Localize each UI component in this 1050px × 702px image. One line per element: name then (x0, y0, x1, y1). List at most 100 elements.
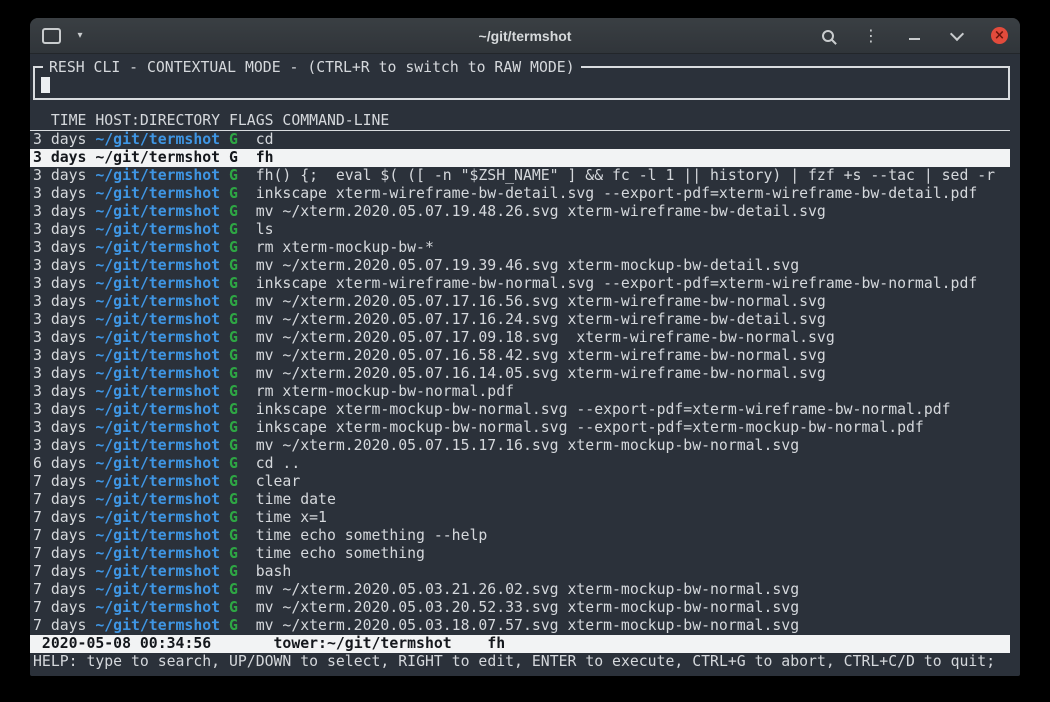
row-command: bash (256, 563, 292, 581)
history-row[interactable]: 3 days~/git/termshotGmv ~/xterm.2020.05.… (30, 329, 1010, 347)
history-row[interactable]: 3 days~/git/termshotGinkscape xterm-wire… (30, 185, 1010, 203)
history-row[interactable]: 3 days~/git/termshotGrm xterm-mockup-bw-… (30, 239, 1010, 257)
row-time: 3 days (33, 221, 95, 239)
row-time: 3 days (33, 185, 95, 203)
row-host-directory: ~/git/termshot (95, 203, 229, 221)
row-time: 3 days (33, 311, 95, 329)
row-host-directory: ~/git/termshot (95, 401, 229, 419)
row-host-directory: ~/git/termshot (95, 149, 229, 167)
history-row[interactable]: 3 days~/git/termshotGinkscape xterm-mock… (30, 419, 1010, 437)
history-row[interactable]: 7 days~/git/termshotGtime echo something… (30, 527, 1010, 545)
history-row[interactable]: 3 days~/git/termshotGmv ~/xterm.2020.05.… (30, 365, 1010, 383)
row-flags: G (229, 419, 256, 437)
row-command: mv ~/xterm.2020.05.07.17.16.56.svg xterm… (256, 293, 826, 311)
row-host-directory: ~/git/termshot (95, 257, 229, 275)
history-row[interactable]: 3 days~/git/termshotGmv ~/xterm.2020.05.… (30, 437, 1010, 455)
row-flags: G (229, 239, 256, 257)
history-row[interactable]: 3 days~/git/termshotGls (30, 221, 1010, 239)
history-row[interactable]: 7 days~/git/termshotGmv ~/xterm.2020.05.… (30, 617, 1010, 635)
history-row[interactable]: 3 days~/git/termshotGfh (30, 149, 1010, 167)
tabs-dropdown-button[interactable]: ▾ (71, 24, 89, 48)
row-host-directory: ~/git/termshot (95, 581, 229, 599)
history-row[interactable]: 3 days~/git/termshotGmv ~/xterm.2020.05.… (30, 293, 1010, 311)
row-flags: G (229, 617, 256, 635)
history-row[interactable]: 7 days~/git/termshotGtime date (30, 491, 1010, 509)
history-row[interactable]: 7 days~/git/termshotGmv ~/xterm.2020.05.… (30, 581, 1010, 599)
terminal-screen[interactable]: RESH CLI - CONTEXTUAL MODE - (CTRL+R to … (30, 54, 1020, 671)
row-time: 7 days (33, 581, 95, 599)
row-flags: G (229, 491, 256, 509)
row-host-directory: ~/git/termshot (95, 455, 229, 473)
history-row[interactable]: 3 days~/git/termshotGinkscape xterm-wire… (30, 275, 1010, 293)
row-flags: G (229, 563, 256, 581)
history-row[interactable]: 3 days~/git/termshotGcd (30, 131, 1010, 149)
row-host-directory: ~/git/termshot (95, 527, 229, 545)
row-host-directory: ~/git/termshot (95, 473, 229, 491)
help-line: HELP: type to search, UP/DOWN to select,… (30, 653, 1010, 671)
new-tab-button[interactable] (42, 24, 61, 48)
row-flags: G (229, 329, 256, 347)
restore-button[interactable] (948, 24, 966, 48)
chevron-down-icon: ▾ (77, 31, 82, 41)
row-command: inkscape xterm-wireframe-bw-detail.svg -… (256, 185, 978, 203)
row-command: mv ~/xterm.2020.05.07.19.39.46.svg xterm… (256, 257, 799, 275)
row-time: 3 days (33, 383, 95, 401)
row-flags: G (229, 275, 256, 293)
search-button[interactable] (819, 24, 837, 48)
row-time: 3 days (33, 275, 95, 293)
row-flags: G (229, 311, 256, 329)
close-button[interactable]: × (991, 27, 1008, 44)
row-command: mv ~/xterm.2020.05.03.20.52.33.svg xterm… (256, 599, 799, 617)
menu-button[interactable]: ⋮ (862, 24, 880, 48)
row-time: 7 days (33, 563, 95, 581)
history-row[interactable]: 3 days~/git/termshotGfh() {; eval $( ([ … (30, 167, 1010, 185)
search-input[interactable] (39, 76, 1004, 94)
history-row[interactable]: 3 days~/git/termshotGmv ~/xterm.2020.05.… (30, 347, 1010, 365)
row-time: 7 days (33, 527, 95, 545)
text-cursor (41, 77, 50, 93)
row-host-directory: ~/git/termshot (95, 491, 229, 509)
row-host-directory: ~/git/termshot (95, 383, 229, 401)
history-row[interactable]: 6 days~/git/termshotGcd .. (30, 455, 1010, 473)
row-command: mv ~/xterm.2020.05.07.17.16.24.svg xterm… (256, 311, 826, 329)
row-command: time echo something (256, 545, 425, 563)
row-flags: G (229, 437, 256, 455)
row-flags: G (229, 221, 256, 239)
history-row[interactable]: 3 days~/git/termshotGmv ~/xterm.2020.05.… (30, 257, 1010, 275)
history-row[interactable]: 3 days~/git/termshotGmv ~/xterm.2020.05.… (30, 311, 1010, 329)
history-row[interactable]: 3 days~/git/termshotGrm xterm-mockup-bw-… (30, 383, 1010, 401)
status-command: fh (487, 635, 505, 653)
row-host-directory: ~/git/termshot (95, 131, 229, 149)
row-host-directory: ~/git/termshot (95, 365, 229, 383)
row-host-directory: ~/git/termshot (95, 311, 229, 329)
history-row[interactable]: 7 days~/git/termshotGbash (30, 563, 1010, 581)
search-icon (822, 30, 834, 42)
row-time: 7 days (33, 599, 95, 617)
row-command: mv ~/xterm.2020.05.07.16.58.42.svg xterm… (256, 347, 826, 365)
terminal-window: ▾ ~/git/termshot ⋮ × RESH CLI - CONTEXTU (30, 18, 1020, 676)
restore-icon (950, 26, 964, 40)
titlebar[interactable]: ▾ ~/git/termshot ⋮ × (30, 18, 1020, 54)
row-command: inkscape xterm-mockup-bw-normal.svg --ex… (256, 419, 924, 437)
minimize-button[interactable] (905, 24, 923, 48)
history-row[interactable]: 3 days~/git/termshotGinkscape xterm-mock… (30, 401, 1010, 419)
row-flags: G (229, 401, 256, 419)
row-host-directory: ~/git/termshot (95, 437, 229, 455)
row-flags: G (229, 383, 256, 401)
row-time: 7 days (33, 617, 95, 635)
titlebar-left-group: ▾ (42, 24, 89, 48)
window-title: ~/git/termshot (170, 28, 880, 44)
row-time: 3 days (33, 203, 95, 221)
row-time: 3 days (33, 131, 95, 149)
history-row[interactable]: 7 days~/git/termshotGtime x=1 (30, 509, 1010, 527)
history-row[interactable]: 7 days~/git/termshotGclear (30, 473, 1010, 491)
row-time: 3 days (33, 239, 95, 257)
row-host-directory: ~/git/termshot (95, 185, 229, 203)
row-flags: G (229, 257, 256, 275)
row-command: cd (256, 131, 274, 149)
row-host-directory: ~/git/termshot (95, 545, 229, 563)
history-row[interactable]: 7 days~/git/termshotGtime echo something (30, 545, 1010, 563)
row-command: rm xterm-mockup-bw-normal.pdf (256, 383, 514, 401)
history-row[interactable]: 3 days~/git/termshotGmv ~/xterm.2020.05.… (30, 203, 1010, 221)
history-row[interactable]: 7 days~/git/termshotGmv ~/xterm.2020.05.… (30, 599, 1010, 617)
